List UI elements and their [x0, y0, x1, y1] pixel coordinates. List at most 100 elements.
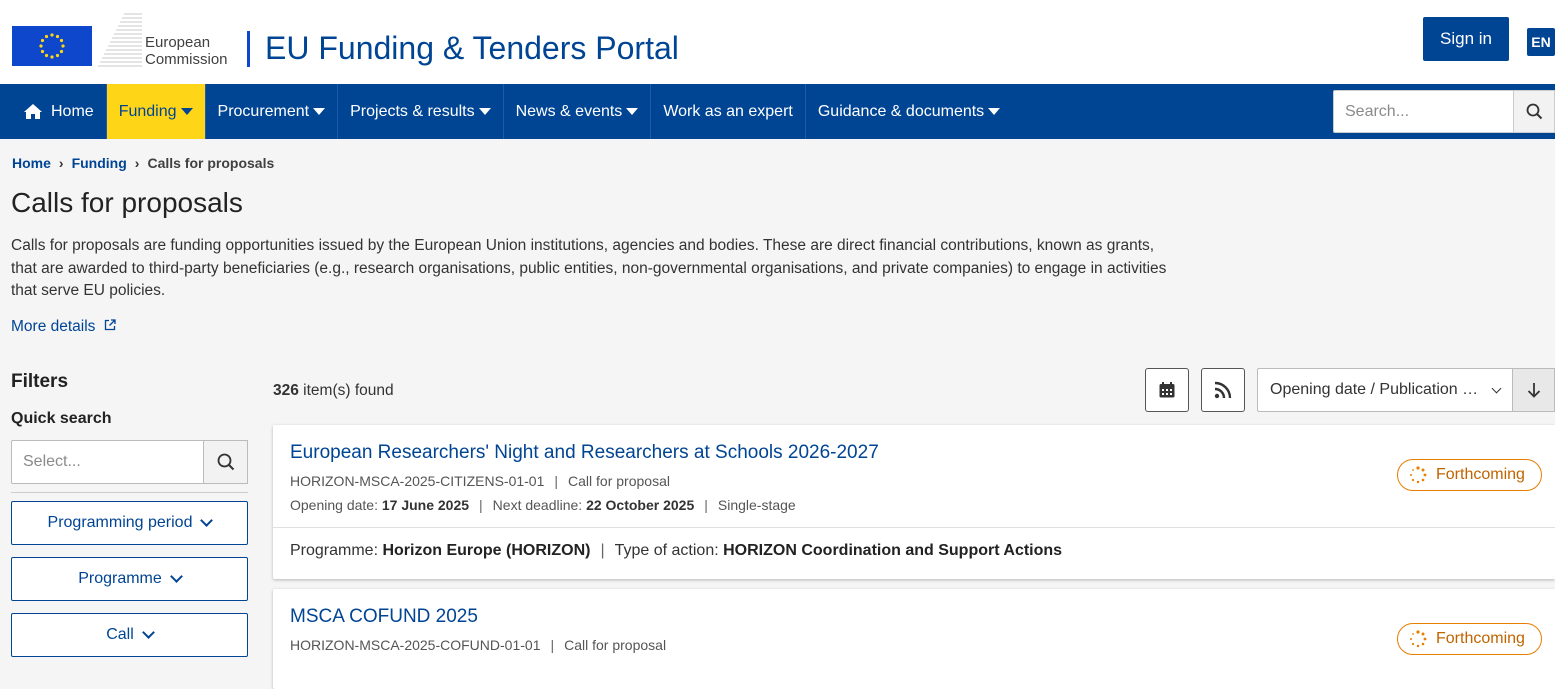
result-card-identifier: HORIZON-MSCA-2025-CITIZENS-01-01: [290, 473, 545, 489]
status-badge-label: Forthcoming: [1436, 466, 1525, 483]
filters-title: Filters: [11, 371, 69, 392]
search-icon: [1526, 103, 1542, 120]
more-details-link[interactable]: More details: [11, 318, 116, 336]
result-card-type: Call for proposal: [568, 473, 670, 489]
breadcrumb-chevron-icon: ›: [58, 155, 64, 171]
stage-value: Single-stage: [717, 497, 796, 513]
result-card-type: Call for proposal: [564, 637, 667, 653]
caret-down-icon: [626, 108, 639, 115]
global-search: [1333, 90, 1555, 133]
result-card-title[interactable]: European Researchers' Night and Research…: [290, 442, 879, 464]
nav-item-projects-results[interactable]: Projects & results: [338, 84, 504, 139]
programme-value: Horizon Europe (HORIZON): [382, 542, 591, 559]
status-badge-label: Forthcoming: [1436, 630, 1525, 647]
rss-icon: [1214, 381, 1232, 399]
deadline-label: Next deadline:: [492, 497, 587, 513]
nav-label: Work as an expert: [663, 102, 793, 120]
sign-in-button[interactable]: Sign in: [1423, 17, 1509, 61]
result-card-identifier: HORIZON-MSCA-2025-COFUND-01-01: [290, 637, 541, 653]
status-badge: Forthcoming: [1397, 623, 1542, 655]
nav-item-home[interactable]: Home: [11, 84, 107, 139]
forthcoming-spinner-icon: [1410, 466, 1427, 484]
caret-down-icon: [478, 108, 491, 115]
results-count-number: 326: [273, 382, 299, 399]
filters-divider: [11, 492, 248, 493]
caret-down-icon: [180, 108, 193, 115]
logo-text: European Commission: [145, 34, 228, 68]
results-count-suffix: item(s) found: [298, 382, 394, 399]
nav-label: News & events: [515, 102, 623, 120]
quick-search-title: Quick search: [11, 410, 112, 427]
chevron-down-icon: [1491, 383, 1502, 393]
chevron-down-icon: [200, 514, 214, 527]
eu-flag-icon: [12, 26, 92, 66]
nav-item-guidance-documents[interactable]: Guidance & documents: [806, 84, 1012, 139]
breadcrumb-current: Calls for proposals: [147, 155, 275, 171]
header-separator: [247, 31, 250, 67]
nav-item-work-as-expert[interactable]: Work as an expert: [651, 84, 806, 139]
nav-label: Home: [51, 102, 94, 120]
separator: |: [600, 542, 605, 559]
calendar-icon: [1159, 382, 1175, 398]
separator: |: [554, 473, 559, 489]
forthcoming-spinner-icon: [1410, 630, 1427, 648]
more-details-label: More details: [11, 318, 96, 335]
page-intro: Calls for proposals are funding opportun…: [11, 237, 1167, 299]
quick-search-button[interactable]: [204, 440, 248, 484]
result-card-dates-row: Opening date: 17 June 2025 | Next deadline…: [290, 497, 796, 513]
arrow-down-icon: [1527, 383, 1540, 398]
global-search-input[interactable]: [1333, 90, 1514, 133]
main-navigation: Home Funding Procurement Projects & resu…: [0, 84, 1555, 139]
deadline-value: 22 October 2025: [586, 497, 695, 513]
separator: |: [550, 637, 555, 653]
quick-search-input[interactable]: [11, 440, 204, 484]
filter-programme-button[interactable]: Programme: [11, 557, 248, 601]
result-card: European Researchers' Night and Research…: [273, 425, 1555, 579]
action-type-value: HORIZON Coordination and Support Actions: [723, 542, 1063, 559]
separator: |: [704, 497, 708, 513]
sort-select[interactable]: Opening date / Publication date: [1257, 368, 1513, 412]
programme-label: Programme:: [290, 542, 383, 559]
result-card-identifier-row: HORIZON-MSCA-2025-COFUND-01-01 | Call for …: [290, 637, 666, 653]
sort-select-value: Opening date / Publication date: [1270, 381, 1480, 398]
filter-label: Programme: [78, 570, 162, 587]
breadcrumb-chevron-icon: ›: [134, 155, 140, 171]
rss-button[interactable]: [1201, 368, 1245, 412]
portal-title[interactable]: EU Funding & Tenders Portal: [265, 30, 679, 67]
opening-date-label: Opening date:: [290, 497, 382, 513]
language-selector[interactable]: EN: [1527, 28, 1555, 56]
breadcrumb-home[interactable]: Home: [12, 155, 51, 171]
result-card-title[interactable]: MSCA COFUND 2025: [290, 606, 478, 628]
site-header: European Commission EU Funding & Tenders…: [0, 0, 1555, 84]
action-type-label: Type of action:: [614, 542, 724, 559]
nav-label: Guidance & documents: [817, 102, 985, 120]
chevron-down-icon: [169, 570, 183, 583]
result-card-identifier-row: HORIZON-MSCA-2025-CITIZENS-01-01 | Call fo…: [290, 473, 670, 489]
home-icon: [24, 104, 42, 119]
breadcrumb-funding[interactable]: Funding: [72, 155, 127, 171]
quick-search: [11, 440, 248, 484]
nav-label: Projects & results: [350, 102, 475, 120]
external-link-icon: [104, 319, 116, 331]
european-commission-logo[interactable]: European Commission: [12, 8, 242, 72]
nav-item-funding[interactable]: Funding: [106, 84, 206, 139]
nav-item-procurement[interactable]: Procurement: [206, 84, 339, 139]
caret-down-icon: [313, 108, 326, 115]
logo-building-icon: [98, 8, 142, 70]
search-icon: [217, 453, 234, 471]
result-card-programme-row: Programme: Horizon Europe (HORIZON) | Type…: [290, 542, 1062, 560]
page-title: Calls for proposals: [11, 187, 243, 218]
opening-date-value: 17 June 2025: [381, 497, 470, 513]
calendar-button[interactable]: [1145, 368, 1189, 412]
nav-item-news-events[interactable]: News & events: [504, 84, 652, 139]
filter-call-button[interactable]: Call: [11, 613, 248, 657]
caret-down-icon: [988, 108, 1001, 115]
filter-programming-period-button[interactable]: Programming period: [11, 501, 248, 545]
global-search-button[interactable]: [1514, 90, 1555, 133]
breadcrumb: Home › Funding › Calls for proposals: [12, 155, 274, 171]
sort-direction-button[interactable]: [1513, 368, 1555, 412]
card-divider: [273, 527, 1555, 528]
filter-label: Programming period: [47, 514, 193, 531]
results-count: 326 item(s) found: [273, 382, 394, 400]
logo-text-line-2: Commission: [145, 51, 228, 68]
